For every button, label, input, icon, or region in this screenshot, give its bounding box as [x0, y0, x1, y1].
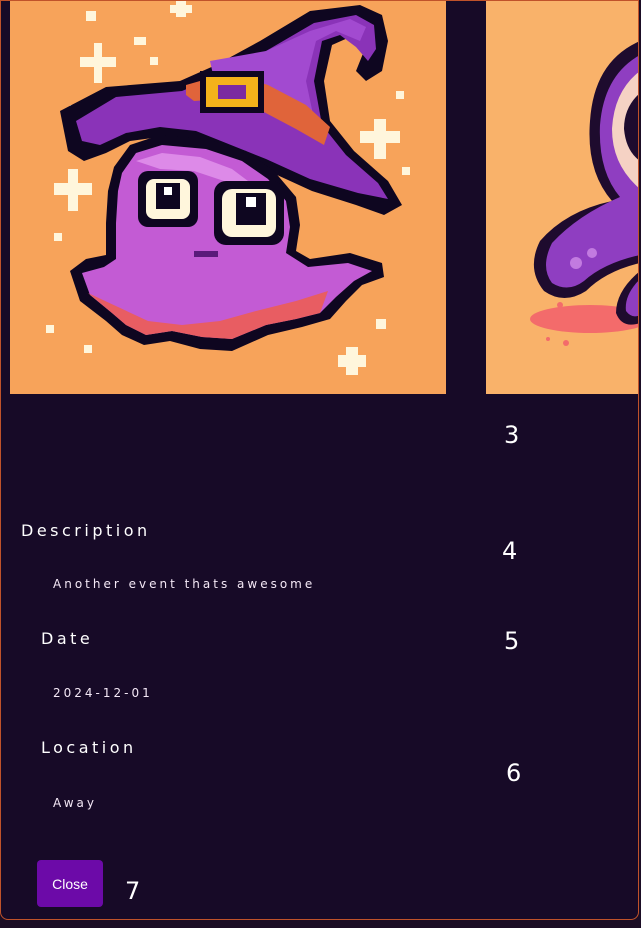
octopus-cartoon-illustration	[486, 1, 638, 394]
location-value: Away	[53, 796, 97, 810]
slide-number-3: 3	[504, 421, 520, 449]
slide-number-7: 7	[125, 877, 141, 905]
date-value: 2024-12-01	[53, 686, 153, 700]
image-carousel[interactable]	[1, 1, 638, 394]
slide-number-5: 5	[504, 627, 520, 655]
octopus-cartoon-image	[486, 1, 638, 394]
slide-number-6: 6	[506, 759, 522, 787]
location-label: Location	[41, 738, 137, 757]
octopus-wizard-illustration	[10, 1, 446, 394]
description-value: Another event thats awesome	[53, 577, 316, 591]
date-label: Date	[41, 629, 94, 648]
event-modal: 3 4 5 6 7 Description Another event that…	[0, 0, 639, 920]
octopus-wizard-image	[10, 1, 446, 394]
description-label: Description	[21, 521, 151, 540]
close-button[interactable]: Close	[37, 860, 103, 907]
slide-number-4: 4	[502, 537, 518, 565]
